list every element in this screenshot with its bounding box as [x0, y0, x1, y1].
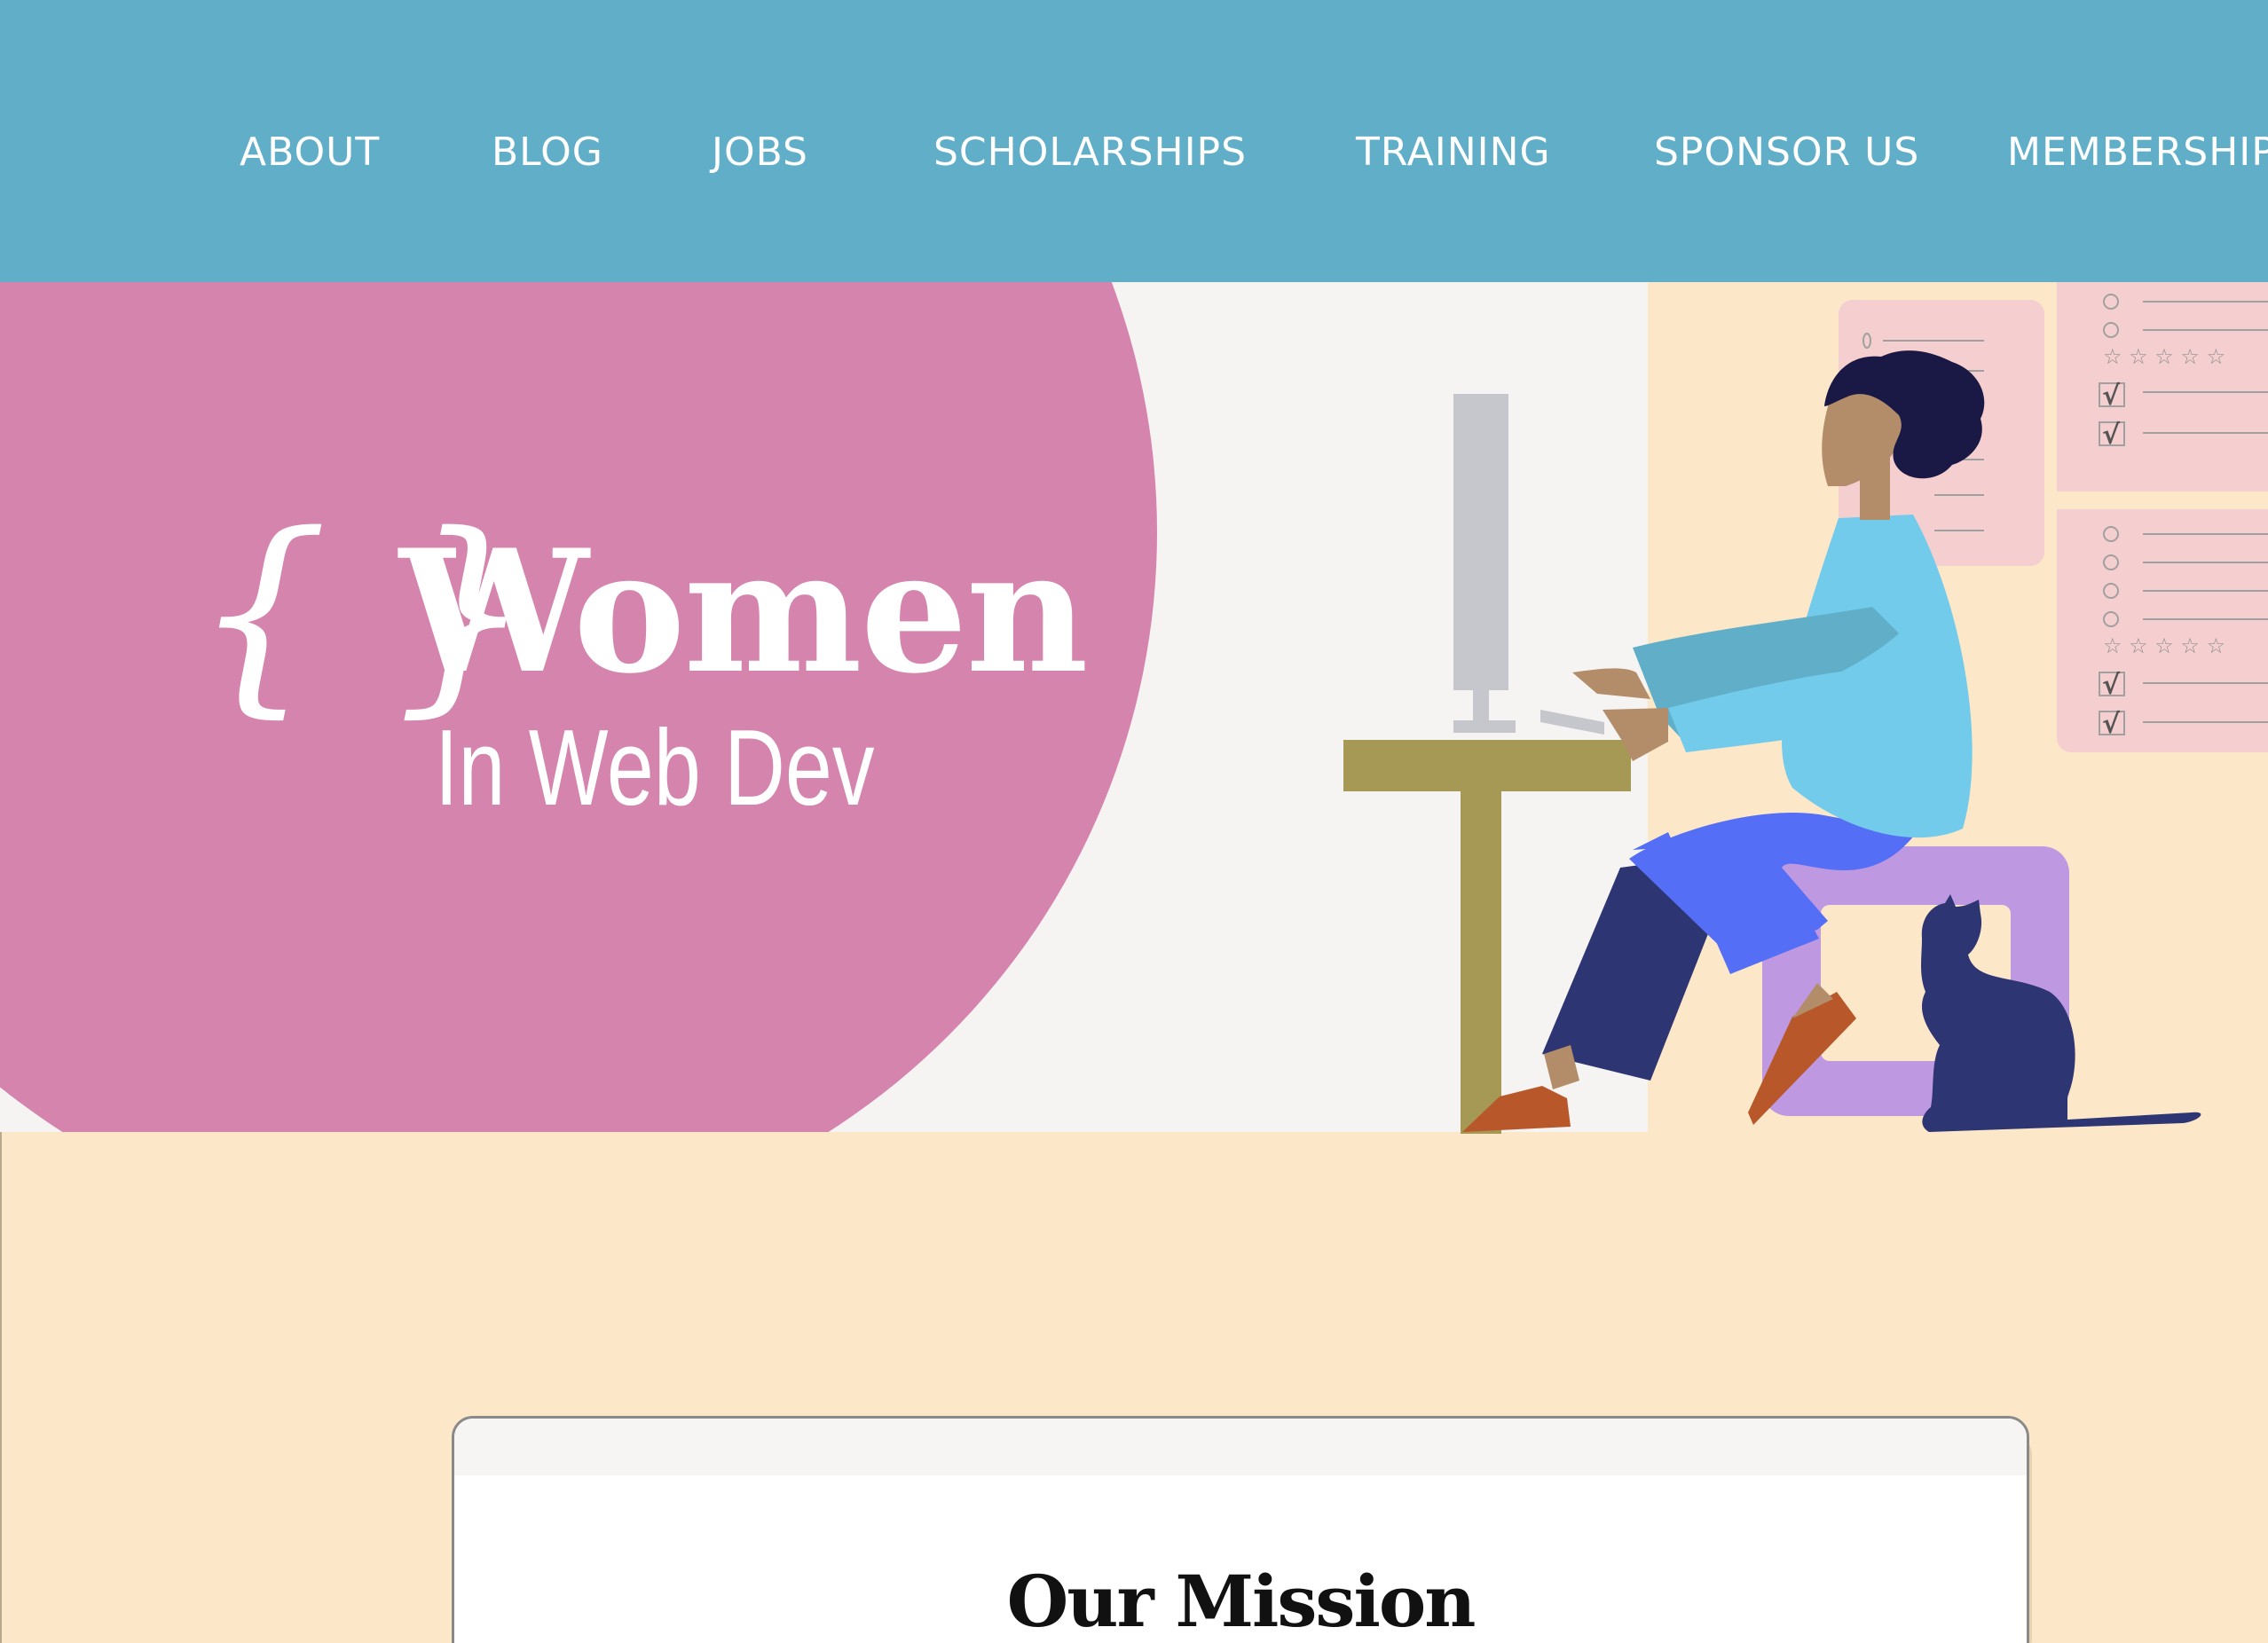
survey-card-top-right: √ √ √ √ ☆ ☆ ☆ ☆ ☆ ☆ ☆ ☆ ☆ ☆ — [2057, 282, 2268, 752]
svg-text:√: √ — [2102, 670, 2121, 701]
nav-training-link[interactable]: TRAINING — [1356, 130, 1551, 176]
computer-monitor — [1453, 394, 1604, 735]
mission-card-header-strip — [454, 1419, 2027, 1475]
svg-text:√: √ — [2102, 709, 2121, 740]
nav-membership-link[interactable]: MEMBERSHIP — [2007, 130, 2268, 176]
svg-text:√: √ — [2102, 420, 2121, 451]
svg-text:√: √ — [2102, 381, 2121, 412]
nav-about-link[interactable]: ABOUT — [240, 130, 380, 176]
mission-title: Our Mission — [1006, 1560, 1477, 1643]
top-nav: ABOUT BLOG JOBS SCHOLARSHIPS TRAINING SP… — [0, 0, 2268, 282]
nav-sponsor-us-link[interactable]: SPONSOR US — [1654, 130, 1919, 176]
nav-blog-link[interactable]: BLOG — [492, 130, 603, 176]
svg-text:☆ ☆ ☆ ☆ ☆: ☆ ☆ ☆ ☆ ☆ — [2103, 633, 2225, 658]
nav-jobs-link[interactable]: JOBS — [712, 130, 808, 176]
logo-title: Women — [399, 513, 1089, 711]
page: ABOUT BLOG JOBS SCHOLARSHIPS TRAINING SP… — [0, 0, 2268, 1643]
mission-card: Our Mission — [452, 1416, 2029, 1643]
left-border — [0, 1132, 2, 1643]
svg-text:☆ ☆ ☆ ☆ ☆: ☆ ☆ ☆ ☆ ☆ — [2103, 344, 2225, 369]
nav-scholarships-link[interactable]: SCHOLARSHIPS — [933, 130, 1247, 176]
desk — [1343, 740, 1631, 1134]
logo-subtitle: In Web Dev — [435, 707, 875, 828]
